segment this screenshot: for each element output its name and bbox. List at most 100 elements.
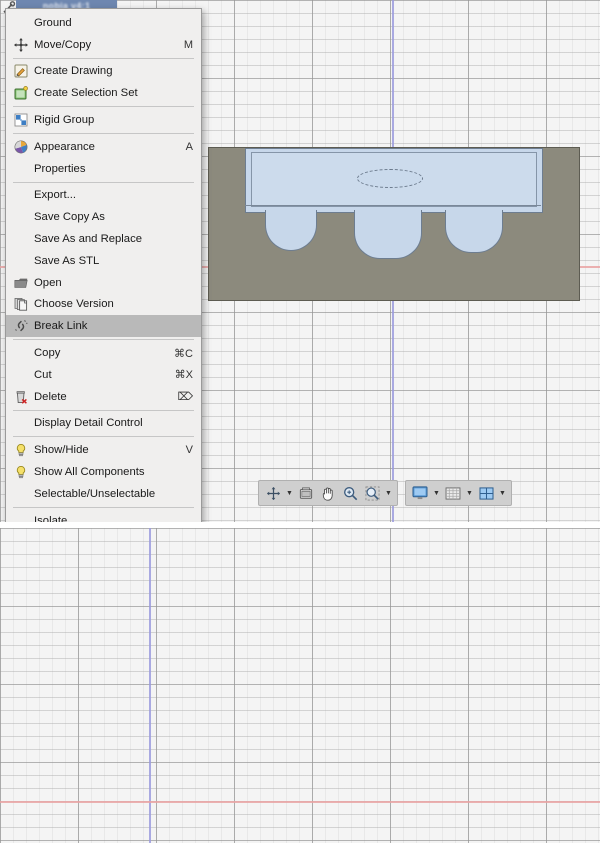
menu-item-save-as-stl[interactable]: Save As STL — [6, 250, 201, 272]
menu-item-no-icon — [12, 188, 30, 202]
menu-item-show-all-components[interactable]: Show All Components — [6, 461, 201, 483]
menu-item-show-hide[interactable]: Show/Hide V — [6, 439, 201, 461]
viewport-bottom[interactable] — [0, 528, 600, 843]
menu-item-export[interactable]: Export... — [6, 185, 201, 207]
context-menu[interactable]: Ground Move/Copy M Create Drawing Create Sel… — [5, 8, 202, 522]
menu-item-shortcut: ⌘X — [174, 369, 193, 382]
menu-item-no-icon — [12, 232, 30, 246]
menu-item-selectable-unselectable[interactable]: Selectable/Unselectable — [6, 483, 201, 505]
menu-item-break-link[interactable]: Break Link — [6, 315, 201, 338]
zoom-icon[interactable] — [339, 483, 361, 503]
menu-separator — [13, 339, 194, 341]
viewports-icon[interactable] — [475, 483, 497, 503]
menu-item-open[interactable]: Open — [6, 272, 201, 294]
rigid-group-icon — [12, 113, 30, 127]
menu-item-create-selection-set[interactable]: Create Selection Set — [6, 82, 201, 104]
axis-horizontal-red-bottom — [0, 801, 600, 803]
bulb-icon — [12, 443, 30, 457]
zoom-window-icon[interactable] — [361, 483, 383, 503]
selection-set-icon — [12, 86, 30, 100]
model-lid-seam — [245, 205, 541, 206]
menu-item-display-detail-control[interactable]: Display Detail Control — [6, 413, 201, 435]
menu-item-rigid-group[interactable]: Rigid Group — [6, 109, 201, 131]
bottom-viewport-panel: COMBINE Target Body 1 selected ✕ Tool Bo… — [0, 528, 600, 843]
viewports-caret-icon[interactable]: ▼ — [497, 483, 508, 503]
menu-item-no-icon — [12, 514, 30, 522]
grid-snaps-icon[interactable] — [442, 483, 464, 503]
orbit-caret-icon[interactable]: ▼ — [284, 483, 295, 503]
grid-snaps-caret-icon[interactable]: ▼ — [464, 483, 475, 503]
display-settings-caret-icon[interactable]: ▼ — [431, 483, 442, 503]
menu-item-create-drawing[interactable]: Create Drawing — [6, 61, 201, 83]
menu-item-shortcut: ⌦ — [177, 391, 193, 404]
menu-item-label: Show/Hide — [34, 444, 89, 457]
break-link-icon — [12, 319, 30, 333]
menu-item-label: Delete — [34, 390, 67, 403]
pan-hand-icon[interactable] — [317, 483, 339, 503]
menu-item-label: Export... — [34, 189, 77, 202]
menu-separator — [13, 506, 194, 508]
menu-item-label: Ground — [34, 16, 72, 29]
menu-item-isolate[interactable]: Isolate — [6, 510, 201, 522]
navigation-tools-group[interactable]: ▼ ▼ — [258, 480, 398, 506]
bulb-icon — [12, 465, 30, 479]
menu-item-save-as-and-replace[interactable]: Save As and Replace — [6, 228, 201, 250]
menu-item-label: Appearance — [34, 140, 95, 153]
menu-item-no-icon — [12, 346, 30, 360]
menu-separator — [13, 409, 194, 411]
navigation-toolbar[interactable]: ▼ ▼ ▼ ▼ ▼ — [258, 480, 512, 506]
menu-item-shortcut: ⌘C — [174, 347, 193, 360]
drawing-icon — [12, 64, 30, 78]
menu-item-label: Show All Components — [34, 466, 145, 479]
menu-item-move-copy[interactable]: Move/Copy M — [6, 34, 201, 56]
menu-separator — [13, 57, 194, 59]
menu-item-label: Save As and Replace — [34, 233, 143, 246]
look-at-icon[interactable] — [295, 483, 317, 503]
menu-item-no-icon — [12, 254, 30, 268]
top-viewport-panel: nobia v4:1 Ground Move/Copy M Create Drawin… — [0, 0, 600, 522]
menu-item-label: Create Selection Set — [34, 87, 138, 100]
menu-item-appearance[interactable]: Appearance A — [6, 136, 201, 158]
menu-separator — [13, 436, 194, 438]
menu-item-choose-version[interactable]: Choose Version — [6, 294, 201, 316]
menu-item-no-icon — [12, 210, 30, 224]
menu-item-cut[interactable]: Cut ⌘X — [6, 364, 201, 386]
menu-item-no-icon — [12, 368, 30, 382]
model-hole-ellipse — [357, 169, 423, 188]
menu-item-label: Display Detail Control — [34, 417, 143, 430]
menu-item-ground[interactable]: Ground — [6, 12, 201, 34]
axis-vertical-blue-bottom — [149, 528, 151, 843]
menu-item-shortcut: M — [183, 38, 193, 51]
display-settings-icon[interactable] — [409, 483, 431, 503]
menu-item-label: Move/Copy — [34, 38, 92, 51]
menu-item-label: Choose Version — [34, 298, 114, 311]
menu-item-no-icon — [12, 162, 30, 176]
menu-item-shortcut: A — [185, 140, 193, 153]
display-tools-group[interactable]: ▼ ▼ ▼ — [405, 480, 512, 506]
orbit-icon[interactable] — [262, 483, 284, 503]
menu-separator — [13, 132, 194, 134]
menu-separator — [13, 181, 194, 183]
menu-item-label: Rigid Group — [34, 114, 95, 127]
folder-icon — [12, 276, 30, 290]
menu-item-label: Create Drawing — [34, 65, 113, 78]
menu-item-properties[interactable]: Properties — [6, 158, 201, 180]
versions-icon — [12, 297, 30, 312]
menu-item-label: Open — [34, 276, 62, 289]
menu-item-label: Copy — [34, 347, 61, 360]
menu-item-shortcut: V — [185, 444, 193, 457]
delete-icon — [12, 390, 30, 404]
menu-item-no-icon — [12, 16, 30, 30]
grid-major-lines-bottom — [0, 528, 600, 843]
menu-item-delete[interactable]: Delete ⌦ — [6, 386, 201, 408]
menu-item-label: Save As STL — [34, 254, 100, 267]
zoom-window-caret-icon[interactable]: ▼ — [383, 483, 394, 503]
menu-item-save-copy-as[interactable]: Save Copy As — [6, 206, 201, 228]
menu-item-copy[interactable]: Copy ⌘C — [6, 342, 201, 364]
move-icon — [12, 37, 30, 52]
menu-item-label: Break Link — [34, 320, 88, 333]
menu-separator — [13, 106, 194, 108]
menu-item-label: Isolate — [34, 514, 68, 522]
menu-item-label: Cut — [34, 368, 52, 381]
menu-item-label: Properties — [34, 162, 86, 175]
